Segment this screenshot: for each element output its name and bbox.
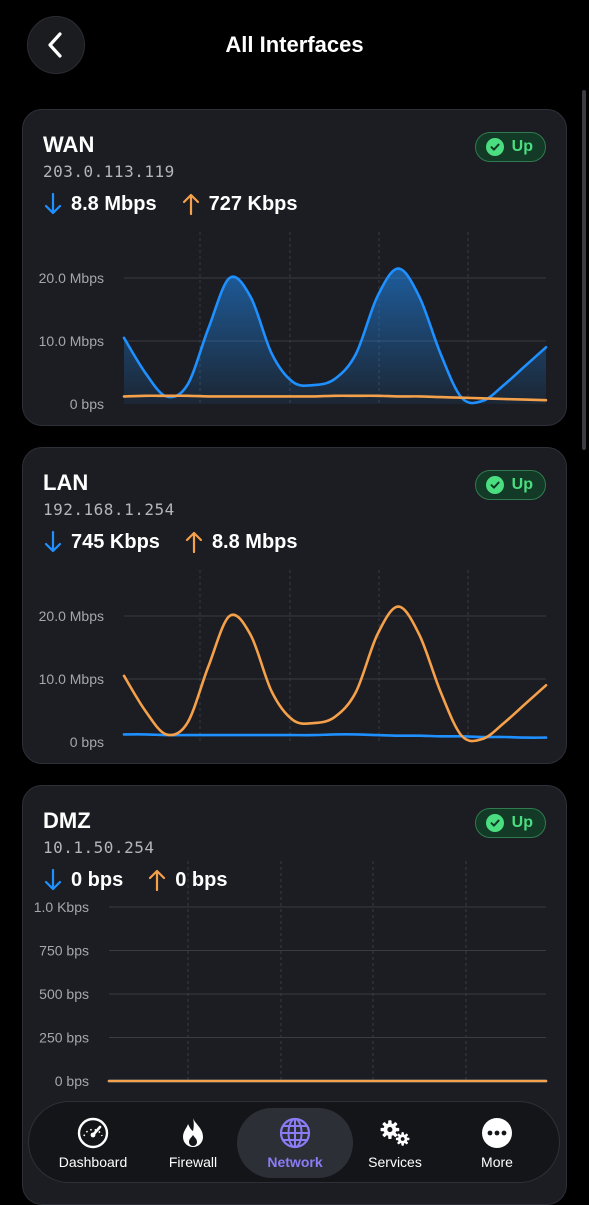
tab-services[interactable]: Services — [345, 1108, 445, 1178]
tab-firewall[interactable]: Firewall — [143, 1108, 243, 1178]
tab-label: Network — [267, 1154, 323, 1170]
y-tick-label: 20.0 Mbps — [39, 608, 104, 624]
tab-label: Firewall — [168, 1154, 218, 1170]
y-tick-label: 20.0 Mbps — [39, 270, 104, 286]
y-tick-label: 0 bps — [55, 1073, 89, 1089]
y-tick-label: 0 bps — [70, 396, 104, 412]
gauge-icon — [76, 1116, 110, 1150]
bottom-tab-bar: Dashboard Firewall Network Services More — [28, 1101, 560, 1183]
tab-label: Services — [368, 1154, 422, 1170]
y-tick-label: 1.0 Kbps — [34, 899, 89, 915]
y-tick-label: 250 bps — [39, 1030, 89, 1046]
y-tick-label: 500 bps — [39, 986, 89, 1002]
tab-dashboard[interactable]: Dashboard — [43, 1108, 143, 1178]
tab-label: More — [481, 1154, 513, 1170]
y-tick-label: 10.0 Mbps — [39, 671, 104, 687]
page-title: All Interfaces — [225, 32, 364, 57]
tab-label: Dashboard — [58, 1154, 128, 1170]
interface-card-lan[interactable]: LAN 192.168.1.254 Up 745 Kbps 8.8 Mbps 2… — [22, 447, 567, 764]
interface-card-wan[interactable]: WAN 203.0.113.119 Up 8.8 Mbps 727 Kbps 2… — [22, 109, 567, 426]
y-tick-label: 10.0 Mbps — [39, 333, 104, 349]
scrollbar[interactable] — [582, 90, 586, 450]
series-line-download — [122, 733, 548, 739]
traffic-chart: 20.0 Mbps 10.0 Mbps 0 bps — [39, 570, 548, 750]
series-line-upload — [122, 605, 548, 743]
flame-icon — [176, 1116, 210, 1150]
traffic-chart: 20.0 Mbps 10.0 Mbps 0 bps — [39, 232, 548, 412]
header: All Interfaces — [0, 0, 589, 92]
gears-icon — [378, 1116, 412, 1150]
ellipsis-icon — [480, 1116, 514, 1150]
tab-network[interactable]: Network — [237, 1108, 353, 1178]
tab-more[interactable]: More — [447, 1108, 547, 1178]
y-tick-label: 750 bps — [39, 943, 89, 959]
globe-icon — [278, 1116, 312, 1150]
y-tick-label: 0 bps — [70, 734, 104, 750]
